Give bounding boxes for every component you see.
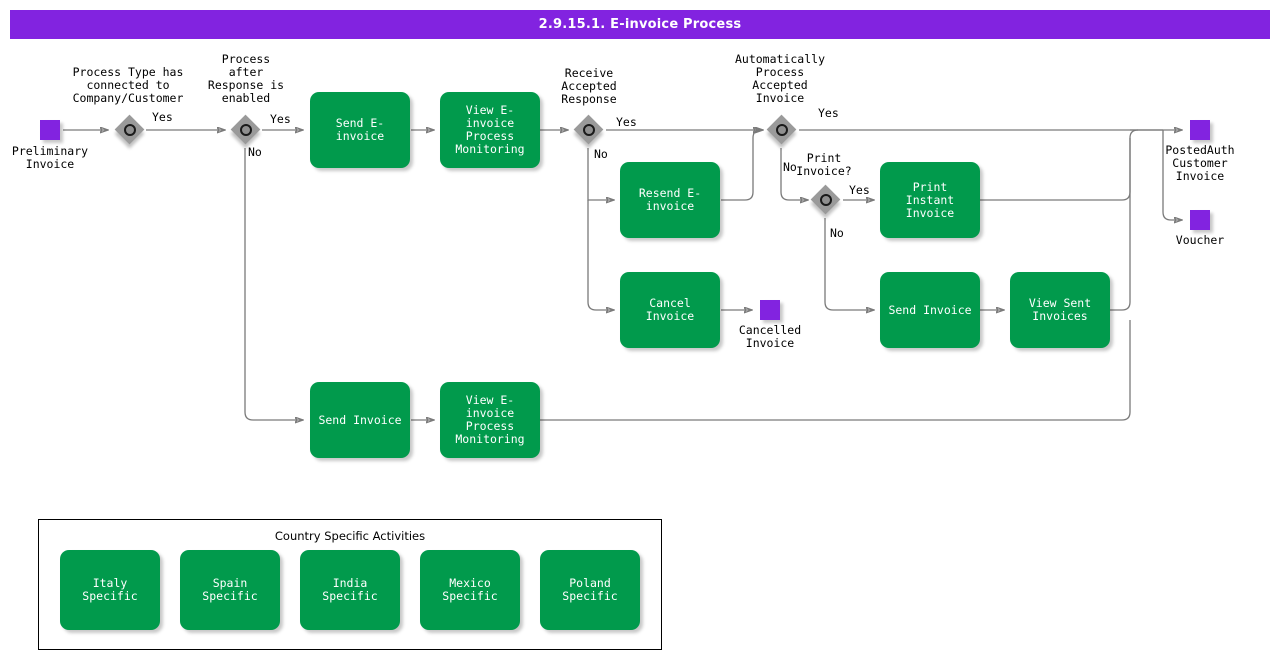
activity-india-specific[interactable]: India Specific <box>300 550 400 630</box>
flow-label-yes-auto-process: Yes <box>818 106 839 120</box>
activity-send-e-invoice[interactable]: Send E-invoice <box>310 92 410 168</box>
data-object-postedauth-customer-invoice-label: PostedAuth Customer Invoice <box>1165 143 1235 183</box>
flow-gw2-no-to-send-invoice-bottom <box>244 148 303 420</box>
activity-poland-specific[interactable]: Poland Specific <box>540 550 640 630</box>
flow-print-instant-to-trunk <box>980 129 1139 201</box>
flow-label-no-print-invoice: No <box>830 226 844 240</box>
activity-resend-e-invoice[interactable]: Resend E- invoice <box>620 162 720 238</box>
gateway-auto-process-accepted-invoice-label: Automatically Process Accepted Invoice <box>734 52 825 105</box>
country-specific-activities-title: Country Specific Activities <box>274 529 426 543</box>
gateway-auto-process-accepted-invoice[interactable] <box>766 114 797 145</box>
data-object-preliminary-invoice-label: Preliminary Invoice <box>11 144 89 171</box>
data-object-preliminary-invoice[interactable] <box>40 120 60 140</box>
activity-cancel-invoice[interactable]: Cancel Invoice <box>620 272 720 348</box>
flow-label-no-process-after-response: No <box>248 145 262 159</box>
flow-label-yes-receive-accepted: Yes <box>616 115 637 129</box>
gateway-process-type-connected-label: Process Type has connected to Company/Cu… <box>72 65 184 105</box>
diagram-canvas: 2.9.15.1. E-invoice Process Preliminary … <box>0 0 1280 660</box>
activity-send-invoice-right[interactable]: Send Invoice <box>880 272 980 348</box>
activity-italy-specific[interactable]: Italy Specific <box>60 550 160 630</box>
flow-label-yes-process-type: Yes <box>152 110 173 124</box>
gateway-process-after-response[interactable] <box>230 114 261 145</box>
activity-spain-specific[interactable]: Spain Specific <box>180 550 280 630</box>
flow-resend-to-gw4 <box>721 130 761 201</box>
gateway-ring-icon <box>240 124 252 136</box>
flow-label-yes-process-after-response: Yes <box>270 112 291 126</box>
flow-label-yes-print-invoice: Yes <box>849 183 870 197</box>
gateway-ring-icon <box>583 124 595 136</box>
gateway-receive-accepted-response[interactable] <box>573 114 604 145</box>
gateway-ring-icon <box>820 194 832 206</box>
gateway-process-after-response-label: Process after Response is enabled <box>207 52 285 105</box>
gateway-print-invoice[interactable] <box>810 184 841 215</box>
data-object-cancelled-invoice-label: Cancelled Invoice <box>738 323 802 350</box>
data-object-voucher-label: Voucher <box>1175 233 1225 247</box>
activity-mexico-specific[interactable]: Mexico Specific <box>420 550 520 630</box>
flow-gw3-no-to-cancel <box>587 200 614 310</box>
activity-view-e-invoice-process-monitoring-top[interactable]: View E-invoice Process Monitoring <box>440 92 540 168</box>
data-object-postedauth-customer-invoice[interactable] <box>1190 120 1210 140</box>
activity-print-instant-invoice[interactable]: Print Instant Invoice <box>880 162 980 238</box>
flow-label-no-receive-accepted: No <box>594 147 608 161</box>
flow-view-sent-to-trunk <box>1110 138 1131 311</box>
gateway-ring-icon <box>776 124 788 136</box>
activity-view-e-invoice-process-monitoring-bottom[interactable]: View E-invoice Process Monitoring <box>440 382 540 458</box>
data-object-cancelled-invoice[interactable] <box>760 300 780 320</box>
activity-view-sent-invoices[interactable]: View Sent Invoices <box>1010 272 1110 348</box>
activity-send-invoice-bottom[interactable]: Send Invoice <box>310 382 410 458</box>
gateway-process-type-connected[interactable] <box>114 114 145 145</box>
data-object-voucher[interactable] <box>1190 210 1210 230</box>
gateway-ring-icon <box>124 124 136 136</box>
flow-label-no-auto-process: No <box>783 160 797 174</box>
page-title: 2.9.15.1. E-invoice Process <box>10 10 1270 39</box>
gateway-receive-accepted-response-label: Receive Accepted Response <box>561 66 617 106</box>
